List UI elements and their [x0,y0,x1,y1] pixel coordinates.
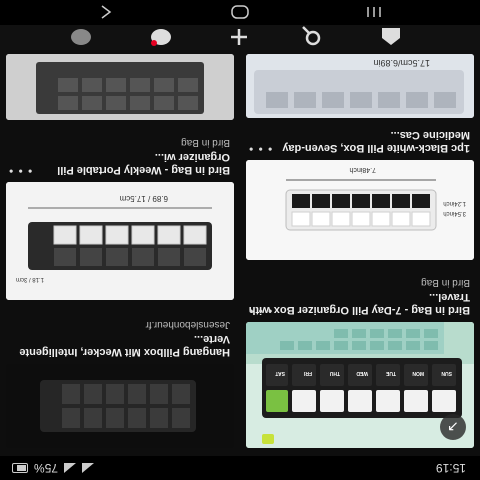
pin-card[interactable]: 6.89 / 17.5cm 1.18 / 3cm Bird in Bag - W… [2,137,234,300]
pin-card[interactable] [2,54,234,120]
clock: 15:19 [435,461,466,475]
battery-percent: 75% [34,461,59,475]
day-label: SUN [441,370,452,376]
battery-icon [12,463,28,473]
pin-image[interactable]: SUN MON TUE WED THU FRI SAT ↗ [246,322,474,448]
search-icon[interactable] [296,26,326,48]
pin-card[interactable]: 7.48inch 3.54inch 1.24inch 1pc Black-whi… [242,128,474,260]
notifications-icon[interactable] [146,26,176,48]
status-icons: 75% [12,461,95,475]
screen: 15:19 75% SUN MON TUE WED THU FRI SAT ↗ … [0,0,480,480]
recents-button[interactable] [354,3,394,21]
pin-title[interactable]: Bird in Bag - 7-Day Pill Organizer Box w… [246,290,470,316]
home-icon[interactable] [376,26,406,48]
dimension-depth: 1.24inch [443,200,466,206]
pin-card[interactable]: SUN MON TUE WED THU FRI SAT ↗ Bird in Ba… [242,277,474,448]
dimension-length: 6.89 / 17.5cm [119,194,168,203]
bottom-tab-bar [0,25,480,50]
pin-source[interactable]: Bird in Bag [246,277,470,288]
weekly-pill-organizer-photo: 6.89 / 17.5cm 1.18 / 3cm [6,182,234,300]
more-options-button[interactable]: • • • [248,142,272,156]
pin-card[interactable]: 17.5cm/6.89in [242,54,474,118]
system-navigation-bar [0,0,480,25]
pin-image[interactable]: 7.48inch 3.54inch 1.24inch [246,160,474,260]
day-label: MON [412,370,424,376]
back-button[interactable] [86,3,126,21]
day-label: THU [329,370,340,376]
more-options-button[interactable]: • • • [248,304,272,318]
dimension-bottom: 17.5cm/6.89in [373,58,430,68]
day-label: WED [356,370,368,376]
grid-pill-organizer-photo [6,54,234,120]
pill-box-black-photo [6,364,234,448]
share-button[interactable]: ↗ [440,414,466,440]
signal-icon-2 [64,463,77,473]
pin-image[interactable] [6,54,234,120]
dimension-height: 3.54inch [443,210,466,216]
pin-title[interactable]: 1pc Black-white Pill Box, Seven-day Medi… [246,128,470,154]
day-label: FRI [303,370,312,376]
home-button[interactable] [220,3,260,21]
pin-image[interactable]: 17.5cm/6.89in [246,54,474,118]
pin-title[interactable]: Bird in Bag - Weekly Portable Pill Organ… [6,150,230,176]
pill-box-lid-photo: 17.5cm/6.89in [246,54,474,118]
pin-title[interactable]: Hangang Pillbox Mit Wecker, Intelligente… [6,332,230,358]
dimension-width: 7.48inch [349,166,376,173]
day-label: TUE [385,370,396,376]
pin-source[interactable]: Bird in Bag [6,137,230,148]
more-options-button[interactable]: • • • [8,164,32,178]
dimension-height: 1.18 / 3cm [16,276,44,282]
signal-icon [82,463,95,473]
create-icon[interactable] [224,26,254,48]
pin-source[interactable]: Jesenslebonheur.fr [6,319,230,330]
pin-image[interactable]: 6.89 / 17.5cm 1.18 / 3cm [6,182,234,300]
pin-feed[interactable]: SUN MON TUE WED THU FRI SAT ↗ Bird in Ba… [0,50,480,456]
pin-card[interactable]: Hangang Pillbox Mit Wecker, Intelligente… [2,319,234,448]
pin-image[interactable] [6,364,234,448]
day-label: SAT [275,370,285,376]
pill-box-dimension-image: 7.48inch 3.54inch 1.24inch [246,160,474,260]
status-bar: 15:19 75% [0,456,480,480]
profile-icon[interactable] [66,26,96,48]
